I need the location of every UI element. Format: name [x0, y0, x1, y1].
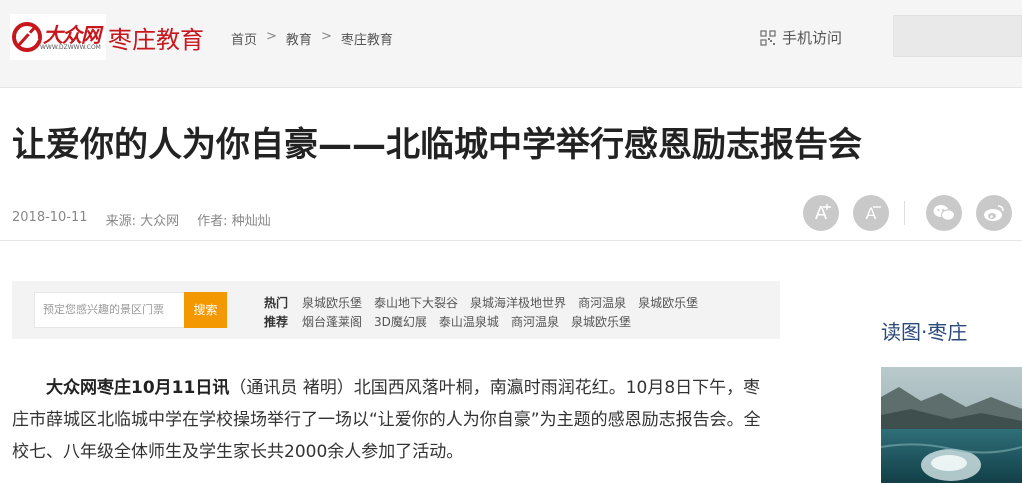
article-lead: 大众网枣庄10月11日讯	[46, 378, 230, 398]
sidebar-photo[interactable]	[881, 367, 1022, 483]
mobile-access-link[interactable]: 手机访问	[760, 27, 842, 48]
top-bar: 大众网 WWW.DZWWW.COM 枣庄教育 首页 > 教育 > 枣庄教育 手机…	[0, 0, 1022, 88]
breadcrumb-education[interactable]: 教育	[286, 29, 312, 48]
mobile-access-label: 手机访问	[782, 29, 843, 47]
ticket-search-input[interactable]: 预定您感兴趣的景区门票	[34, 292, 185, 328]
breadcrumb-separator: >	[266, 29, 277, 44]
recommend-link[interactable]: 商河温泉	[511, 313, 559, 330]
plus-icon	[823, 204, 831, 210]
hot-link[interactable]: 泉城欧乐堡	[638, 294, 698, 311]
hot-links-row: 热门 泉城欧乐堡 泰山地下大裂谷 泉城海洋极地世界 商河温泉 泉城欧乐堡	[264, 294, 698, 311]
hot-link[interactable]: 泉城海洋极地世界	[470, 294, 566, 311]
ticket-search-button[interactable]: 搜索	[184, 292, 227, 328]
hot-link[interactable]: 泉城欧乐堡	[302, 294, 362, 311]
article-tools: A A	[803, 195, 1022, 231]
article-title: 让爱你的人为你自豪——北临城中学举行感恩励志报告会	[12, 125, 862, 165]
recommend-link[interactable]: 泰山温泉城	[439, 313, 499, 330]
site-logo[interactable]: 大众网 WWW.DZWWW.COM	[10, 14, 106, 60]
recommend-links-row: 推荐 烟台蓬莱阁 3D魔幻展 泰山温泉城 商河温泉 泉城欧乐堡	[264, 313, 631, 330]
header-search-input[interactable]	[893, 15, 1022, 57]
breadcrumb-zaozhuang-education[interactable]: 枣庄教育	[341, 29, 393, 48]
breadcrumb-separator: >	[320, 29, 332, 44]
channel-title[interactable]: 枣庄教育	[108, 20, 204, 55]
recommend-label: 推荐	[264, 315, 289, 329]
weibo-icon	[984, 205, 1004, 221]
weibo-share-button[interactable]	[976, 195, 1012, 231]
logo-emblem-icon	[12, 22, 42, 52]
wechat-share-button[interactable]	[926, 195, 962, 231]
article-author: 作者: 种灿灿	[197, 214, 271, 229]
recommend-link[interactable]: 烟台蓬莱阁	[302, 313, 362, 330]
hot-link[interactable]: 泰山地下大裂谷	[374, 294, 458, 311]
recommend-link[interactable]: 3D魔幻展	[374, 313, 427, 330]
divider	[0, 240, 1022, 241]
ticket-search-banner: 预定您感兴趣的景区门票 搜索 热门 泉城欧乐堡 泰山地下大裂谷 泉城海洋极地世界…	[12, 281, 780, 339]
recommend-link[interactable]: 泉城欧乐堡	[571, 313, 631, 330]
article-date: 2018-10-11	[12, 210, 88, 225]
qr-code-icon	[760, 29, 776, 46]
breadcrumb-home[interactable]: 首页	[231, 29, 257, 48]
wechat-icon	[933, 205, 955, 221]
hot-link[interactable]: 商河温泉	[578, 294, 626, 311]
article-meta: 2018-10-11 来源: 大众网 作者: 种灿灿	[12, 210, 271, 229]
sidebar-title[interactable]: 读图·枣庄	[881, 316, 967, 345]
minus-icon	[873, 206, 881, 208]
hot-label: 热门	[264, 296, 289, 310]
breadcrumb: 首页 > 教育 > 枣庄教育	[231, 29, 393, 48]
font-increase-button[interactable]: A	[803, 195, 839, 231]
article-paragraph: 大众网枣庄10月11日讯（通讯员 褚明）北国西风落叶桐，南瀛时雨润花红。10月8…	[12, 372, 772, 468]
tools-divider	[904, 201, 905, 225]
article-source: 来源: 大众网	[105, 214, 180, 229]
logo-url: WWW.DZWWW.COM	[40, 44, 101, 51]
font-decrease-button[interactable]: A	[853, 195, 889, 231]
